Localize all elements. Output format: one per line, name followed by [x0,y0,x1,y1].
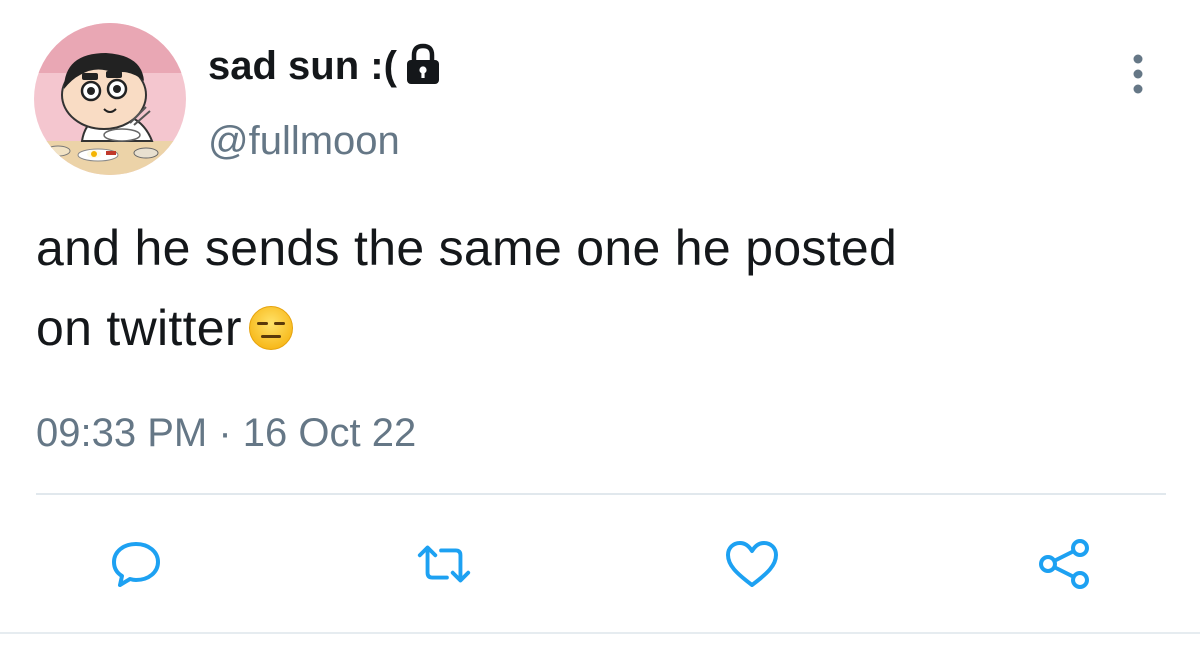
tweet-timestamp[interactable]: 09:33 PM · 16 Oct 22 [36,408,416,458]
more-vertical-icon [1133,54,1143,94]
reply-button[interactable] [106,536,166,592]
retweet-button[interactable] [414,536,474,592]
lock-icon [403,42,443,86]
comment-icon [112,542,160,587]
tweet-text-line-1: and he sends the same one he posted [36,220,898,276]
share-button[interactable] [1034,536,1094,592]
like-button[interactable] [722,536,782,592]
heart-icon [726,541,778,587]
expressionless-face-emoji [248,294,294,350]
user-handle[interactable]: @fullmoon [208,116,400,166]
tweet-text-line-2-text: on twitter [36,300,242,356]
avatar[interactable] [34,23,186,175]
tweet-card: sad sun :( @fullmoon and he sends the sa… [0,0,1200,652]
bottom-divider [0,632,1200,634]
divider [36,493,1166,495]
retweet-icon [417,545,471,583]
share-icon [1039,539,1089,589]
avatar-image [34,23,186,175]
display-name-text: sad sun :( [208,44,397,88]
tweet-text: and he sends the same one he posted on t… [36,208,1166,368]
tweet-text-line-2: on twitter [36,288,1166,368]
display-name[interactable]: sad sun :( [208,40,443,92]
more-options-button[interactable] [1118,50,1158,98]
